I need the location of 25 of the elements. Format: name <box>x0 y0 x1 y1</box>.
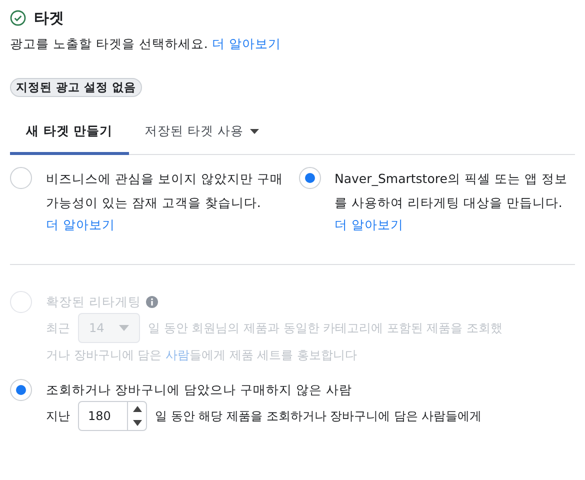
option-label: 확장된 리타게팅 <box>46 293 141 311</box>
option-description: 비즈니스에 관심을 보이지 않았지만 구매 가능성이 있는 잠재 고객을 찾습니다. <box>46 170 284 212</box>
tab[interactable]: 저장된 타겟 사용 <box>128 113 275 155</box>
option-description: 거나 장바구니에 담은 사람들에게 제품 세트를 홍보합니다 <box>46 347 358 364</box>
status-chip: 지정된 광고 설정 없음 <box>10 78 142 97</box>
radio-button[interactable] <box>298 167 320 189</box>
learn-more-link[interactable]: 더 알아보기 <box>212 36 281 51</box>
tab[interactable]: 새 타겟 만들기 <box>10 113 129 155</box>
section-description: 광고를 노출할 타겟을 선택하세요. <box>10 36 208 51</box>
days-stepper[interactable]: 180 <box>78 401 147 431</box>
prefix-text: 지난 <box>46 408 70 425</box>
learn-more-link[interactable]: 더 알아보기 <box>334 217 404 234</box>
check-circle-icon <box>10 10 26 26</box>
option-description: 일 동안 해당 제품을 조회하거나 장바구니에 담은 사람들에게 <box>155 408 482 425</box>
prefix-text: 최근 <box>46 320 70 337</box>
learn-more-link[interactable]: 더 알아보기 <box>46 217 115 234</box>
radio-button[interactable] <box>10 379 32 401</box>
option-description: Naver_Smartstore의 픽셀 또는 앱 정보를 사용하여 리타게팅 대상을 만듭니다. <box>334 170 568 212</box>
down-arrow-icon <box>132 420 142 426</box>
caret-icon <box>119 325 129 331</box>
radio-button[interactable] <box>10 167 32 189</box>
option-description: 일 동안 회원님의 제품과 동일한 카테고리에 포함된 제품을 조회했 <box>148 320 503 337</box>
option-label: 조회하거나 장바구니에 담았으나 구매하지 않은 사람 <box>46 381 352 399</box>
section-title: 타겟 <box>34 8 64 28</box>
up-arrow-icon <box>132 406 142 412</box>
